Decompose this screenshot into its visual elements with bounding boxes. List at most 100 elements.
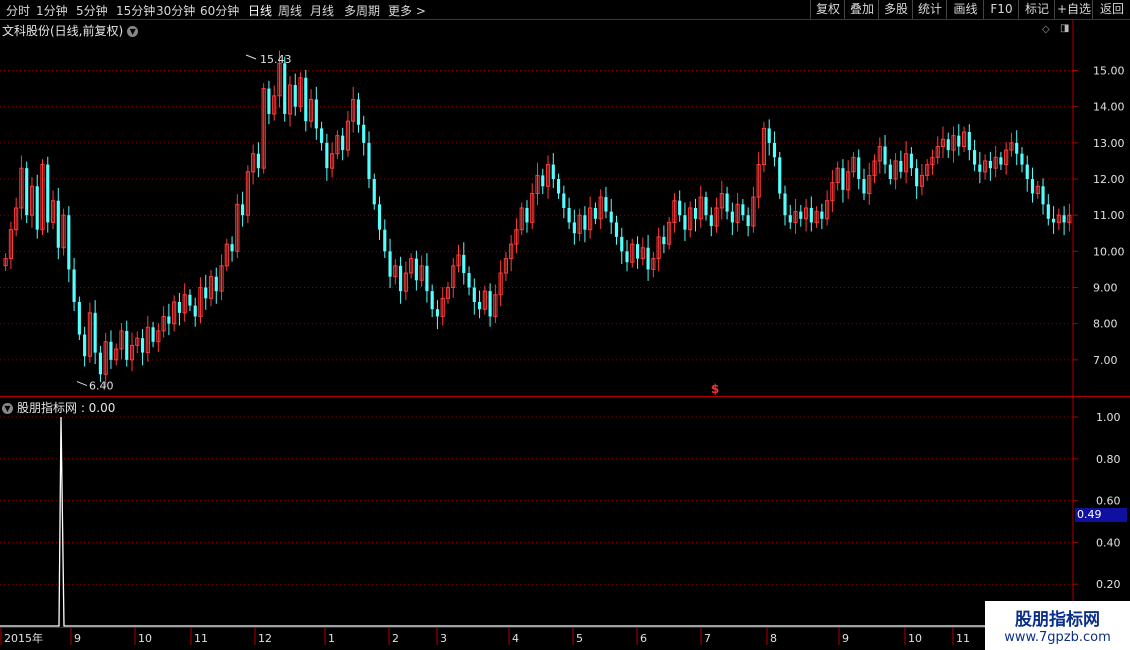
candle-body [999,157,1003,165]
candle-body [930,156,935,166]
candle-body [293,85,297,107]
candle-body [445,287,451,299]
period-tab-8[interactable]: 月线 [310,2,334,19]
period-tab-5[interactable]: 60分钟 [200,2,239,19]
period-tab-7[interactable]: 周线 [278,2,302,19]
toolbar-button-3[interactable]: 统计 [912,0,947,19]
period-tab-0[interactable]: 分时 [6,2,30,19]
candle-body [772,142,777,158]
period-tab-4[interactable]: 30分钟 [156,2,195,19]
candle-body [877,145,882,162]
candle-body [451,265,456,289]
indicator-value-badge: 0.49 [1075,508,1127,522]
candle-body [35,186,39,230]
candle-body [93,312,97,353]
candle-body [399,265,403,292]
candle-body [1056,214,1061,223]
candle-body [904,153,909,173]
price-tick-label: 14.00 [1093,101,1125,114]
indicator-tick-label: 0.60 [1096,495,1121,508]
period-tab-9[interactable]: 多周期 [344,2,380,19]
toolbar-button-5[interactable]: F10 [983,0,1019,19]
candle-body [98,352,103,375]
candle-body [388,251,392,277]
candle-body [488,291,492,317]
candle-body [709,215,713,227]
candle-body [377,204,382,230]
candle-body [272,95,277,115]
period-tab-1[interactable]: 1分钟 [36,2,68,19]
candle-body [783,193,787,216]
candle-body [919,174,924,187]
toolbar-button-0[interactable]: 复权 [810,0,845,19]
price-chart[interactable]: 15.0014.0013.0012.0011.0010.009.008.007.… [0,0,1130,650]
period-tab-10[interactable]: 更多 > [388,2,426,19]
candle-body [1004,149,1009,166]
candle-body [1015,142,1019,154]
period-tab-6[interactable]: 日线 [248,2,272,19]
candle-body [893,160,898,180]
candle-body [172,301,177,325]
candle-body [383,229,387,252]
candle-body [3,258,8,267]
candle-body [14,207,19,231]
candle-body [8,229,13,260]
candle-body [572,222,576,234]
candle-body [809,207,813,223]
candle-body [135,337,140,346]
candle-body [835,167,840,184]
candle-body [683,215,687,230]
toolbar-button-6[interactable]: 标记 [1018,0,1055,19]
candle-body [472,287,476,302]
toolbar-button-1[interactable]: 叠加 [844,0,879,19]
candle-body [541,175,545,187]
candle-body [620,236,624,252]
candle-body [425,265,429,292]
toolbar-button-8[interactable]: 返回 [1092,0,1130,19]
candle-body [87,312,92,357]
watermark-logo: 股朋指标网 www.7gpzb.com [985,601,1130,650]
candle-body [67,215,71,270]
candle-body [978,164,982,172]
candle-body [614,222,619,237]
price-tick-label: 13.00 [1093,137,1125,150]
candle-body [909,153,913,169]
candle-body [493,294,498,317]
period-tab-3[interactable]: 15分钟 [116,2,155,19]
toolbar-button-2[interactable]: 多股 [878,0,913,19]
indicator-line [0,416,1073,627]
candle-body [503,258,508,274]
candle-body [283,63,287,114]
candle-body [341,135,345,151]
candle-body [214,276,218,292]
x-axis-label: 4 [512,632,519,645]
period-tab-2[interactable]: 5分钟 [76,2,108,19]
candle-body [140,338,145,353]
candle-body [583,215,587,230]
toolbar-button-4[interactable]: 画线 [946,0,984,19]
price-tick-label: 7.00 [1093,354,1118,367]
candle-body [635,244,640,259]
candle-body [224,243,229,267]
candle-body [693,207,698,219]
candle-body [72,269,76,302]
chevron-down-icon[interactable]: ▼ [127,26,139,37]
candle-body [161,315,166,332]
x-axis-label: 9 [842,632,849,645]
candle-body [393,265,398,278]
toolbar-button-7[interactable]: +自选 [1054,0,1093,19]
candle-body [915,168,919,187]
chevron-down-icon[interactable]: ▼ [2,403,13,414]
candle-body [698,196,703,220]
candle-body [19,167,24,209]
candle-body [925,164,930,176]
candle-body [477,301,482,310]
candle-body [356,99,361,125]
candle-body [188,294,192,306]
diamond-icon[interactable]: ◇ [1042,24,1050,35]
candle-body [1051,218,1056,223]
panel-toggle-icon[interactable]: ◨ [1060,23,1069,34]
candle-body [204,287,208,299]
x-axis-label: 11 [956,632,970,645]
candle-body [1025,164,1029,180]
